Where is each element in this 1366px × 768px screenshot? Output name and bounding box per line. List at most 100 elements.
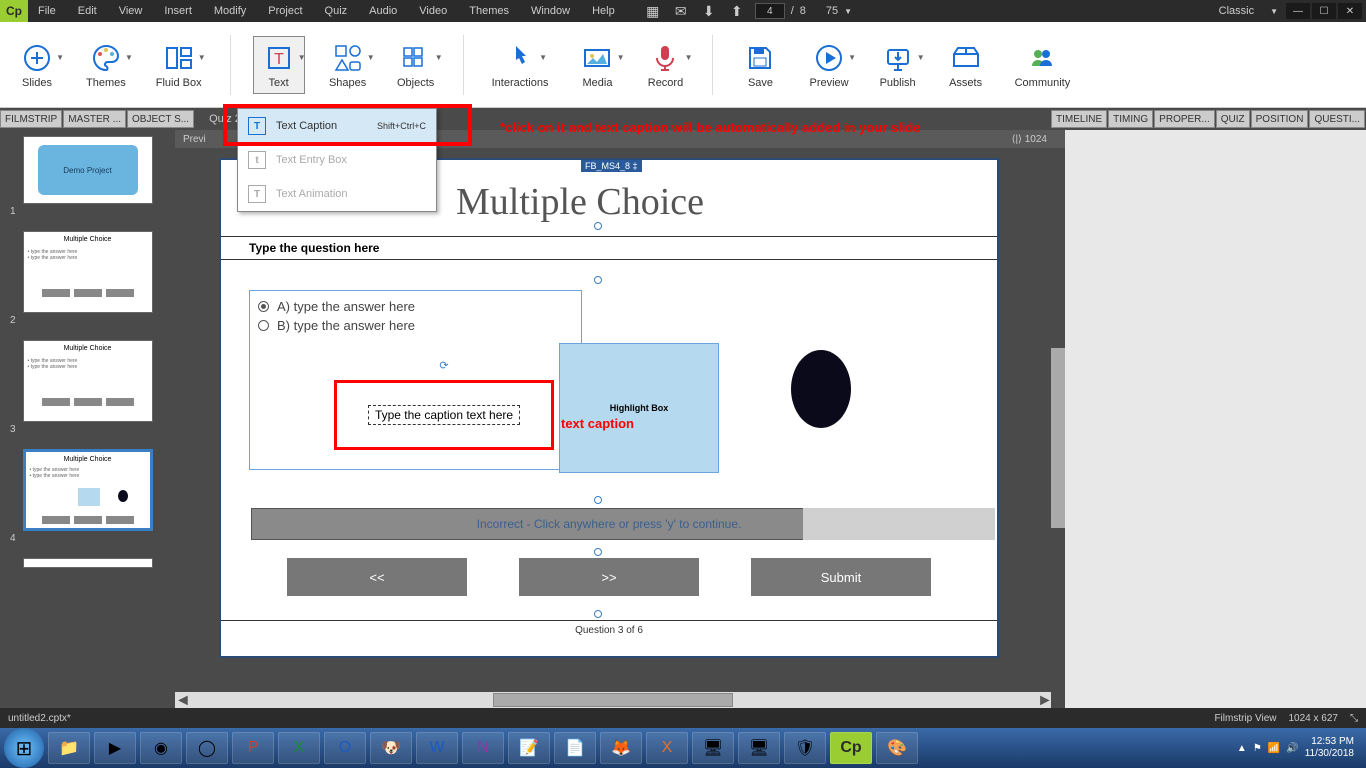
review-area[interactable]	[803, 508, 995, 540]
tab-properties[interactable]: PROPER...	[1154, 110, 1215, 128]
menu-insert[interactable]: Insert	[154, 2, 202, 20]
taskbar-outlook-icon[interactable]: O	[324, 732, 366, 764]
menu-themes[interactable]: Themes	[459, 2, 519, 20]
ribbon-preview[interactable]: ▼ Preview	[803, 37, 854, 93]
mail-icon[interactable]: ✉	[673, 3, 689, 19]
tab-timing[interactable]: TIMING	[1108, 110, 1153, 128]
taskbar-chrome-icon[interactable]: ◯	[186, 732, 228, 764]
selection-handle[interactable]	[594, 496, 602, 504]
tab-object-states[interactable]: OBJECT S...	[127, 110, 194, 128]
taskbar-app2-icon[interactable]: 🖥	[738, 732, 780, 764]
taskbar-onenote-icon[interactable]: N	[462, 732, 504, 764]
next-button[interactable]: >>	[519, 558, 699, 596]
slide-thumb-2[interactable]: Multiple Choice • type the answer here• …	[6, 231, 169, 326]
tab-quiz[interactable]: QUIZ	[1216, 110, 1250, 128]
prev-button[interactable]: <<	[287, 558, 467, 596]
ribbon-shapes[interactable]: ▼ Shapes	[323, 37, 373, 93]
answer-a[interactable]: A) type the answer here	[258, 299, 573, 314]
question-placeholder[interactable]: Type the question here	[221, 237, 997, 260]
current-slide-input[interactable]	[755, 3, 785, 19]
canvas-viewport[interactable]: FB_MS4_8 ‡ Multiple Choice Type the ques…	[175, 148, 1065, 690]
workspace-selector[interactable]: Classic	[1211, 3, 1262, 19]
tray-clock[interactable]: 12:53 PM 11/30/2018	[1305, 736, 1354, 760]
ribbon-media[interactable]: ▼ Media	[572, 37, 622, 93]
oval-shape[interactable]	[791, 350, 851, 428]
ribbon-save[interactable]: Save	[735, 37, 785, 93]
tray-volume-icon[interactable]: 🔊	[1286, 743, 1298, 754]
layout-icon[interactable]: ▦	[645, 3, 661, 19]
properties-panel[interactable]	[1065, 130, 1366, 708]
radio-b[interactable]	[258, 320, 269, 331]
status-expand-icon[interactable]: ⤡	[1350, 713, 1358, 724]
slide-thumb-5[interactable]	[6, 558, 169, 568]
menu-audio[interactable]: Audio	[359, 2, 407, 20]
taskbar-word-icon[interactable]: W	[416, 732, 458, 764]
highlight-box-object[interactable]: Highlight Box	[559, 343, 719, 473]
maximize-button[interactable]: ☐	[1312, 3, 1336, 19]
zoom-chevron-icon[interactable]: ▼	[844, 7, 852, 16]
filmstrip-panel[interactable]: Demo Project 1 Multiple Choice • type th…	[0, 130, 175, 708]
slide-thumb-1[interactable]: Demo Project 1	[6, 136, 169, 217]
taskbar-explorer-icon[interactable]: 📁	[48, 732, 90, 764]
taskbar-eclipse-icon[interactable]: ◉	[140, 732, 182, 764]
taskbar-xampp-icon[interactable]: X	[646, 732, 688, 764]
taskbar-powerpoint-icon[interactable]: P	[232, 732, 274, 764]
tab-master[interactable]: MASTER ...	[63, 110, 126, 128]
sync-down-icon[interactable]: ⬇	[701, 3, 717, 19]
ribbon-record[interactable]: ▼ Record	[640, 37, 690, 93]
menu-file[interactable]: File	[28, 2, 66, 20]
scrollbar-thumb[interactable]	[493, 693, 733, 707]
system-tray[interactable]: ▲ ⚑ 📶 🔊 12:53 PM 11/30/2018	[1237, 736, 1362, 760]
ribbon-text[interactable]: T▼ Text	[253, 36, 305, 94]
ribbon-community[interactable]: Community	[1009, 37, 1077, 93]
tab-position[interactable]: POSITION	[1251, 110, 1309, 128]
tab-filmstrip[interactable]: FILMSTRIP	[0, 110, 62, 128]
menu-window[interactable]: Window	[521, 2, 580, 20]
selection-handle[interactable]	[594, 276, 602, 284]
taskbar-media-icon[interactable]: ▶	[94, 732, 136, 764]
taskbar-excel-icon[interactable]: X	[278, 732, 320, 764]
selection-handle[interactable]	[594, 222, 602, 230]
slide-thumb-4[interactable]: Multiple Choice • type the answer here• …	[6, 449, 169, 544]
menu-help[interactable]: Help	[582, 2, 625, 20]
close-button[interactable]: ✕	[1338, 3, 1362, 19]
taskbar-notepadpp-icon[interactable]: 📄	[554, 732, 596, 764]
ribbon-assets[interactable]: Assets	[941, 37, 991, 93]
slide-thumb-3[interactable]: Multiple Choice • type the answer here• …	[6, 340, 169, 435]
tab-question[interactable]: QUESTI...	[1309, 110, 1365, 128]
submit-button[interactable]: Submit	[751, 558, 931, 596]
taskbar-defender-icon[interactable]: 🛡	[784, 732, 826, 764]
minimize-button[interactable]: —	[1286, 3, 1310, 19]
sync-up-icon[interactable]: ⬆	[729, 3, 745, 19]
menu-text-caption[interactable]: T Text Caption Shift+Ctrl+C	[238, 109, 436, 143]
ribbon-publish[interactable]: ▼ Publish	[873, 37, 923, 93]
menu-edit[interactable]: Edit	[68, 2, 107, 20]
zoom-value[interactable]: 75	[826, 5, 838, 17]
text-caption-object[interactable]: ⟳ Type the caption text here	[334, 380, 554, 450]
menu-modify[interactable]: Modify	[204, 2, 256, 20]
tab-timeline[interactable]: TIMELINE	[1051, 110, 1107, 128]
taskbar-paint-icon[interactable]: 🎨	[876, 732, 918, 764]
vertical-scrollbar[interactable]	[1051, 348, 1065, 528]
slide-canvas[interactable]: FB_MS4_8 ‡ Multiple Choice Type the ques…	[219, 158, 999, 658]
ribbon-slides[interactable]: ▼ Slides	[12, 37, 62, 93]
taskbar-notepad-icon[interactable]: 📝	[508, 732, 550, 764]
menu-quiz[interactable]: Quiz	[315, 2, 358, 20]
ribbon-fluidbox[interactable]: ▼ Fluid Box	[150, 37, 208, 93]
horizontal-scrollbar[interactable]: ◄ ►	[175, 692, 1051, 708]
taskbar-app1-icon[interactable]: 🖥	[692, 732, 734, 764]
taskbar-gimp-icon[interactable]: 🐶	[370, 732, 412, 764]
rotate-handle-icon[interactable]: ⟳	[439, 359, 448, 372]
workspace-chevron-icon[interactable]: ▼	[1270, 7, 1278, 16]
tray-up-icon[interactable]: ▲	[1237, 743, 1247, 754]
answer-b[interactable]: B) type the answer here	[258, 318, 573, 333]
ribbon-interactions[interactable]: ▼ Interactions	[486, 37, 555, 93]
taskbar-captivate-icon[interactable]: Cp	[830, 732, 872, 764]
taskbar-firefox-icon[interactable]: 🦊	[600, 732, 642, 764]
ribbon-themes[interactable]: ▼ Themes	[80, 37, 132, 93]
menu-project[interactable]: Project	[258, 2, 312, 20]
menu-view[interactable]: View	[109, 2, 153, 20]
radio-a[interactable]	[258, 301, 269, 312]
ribbon-objects[interactable]: ▼ Objects	[391, 37, 441, 93]
selection-handle[interactable]	[594, 548, 602, 556]
